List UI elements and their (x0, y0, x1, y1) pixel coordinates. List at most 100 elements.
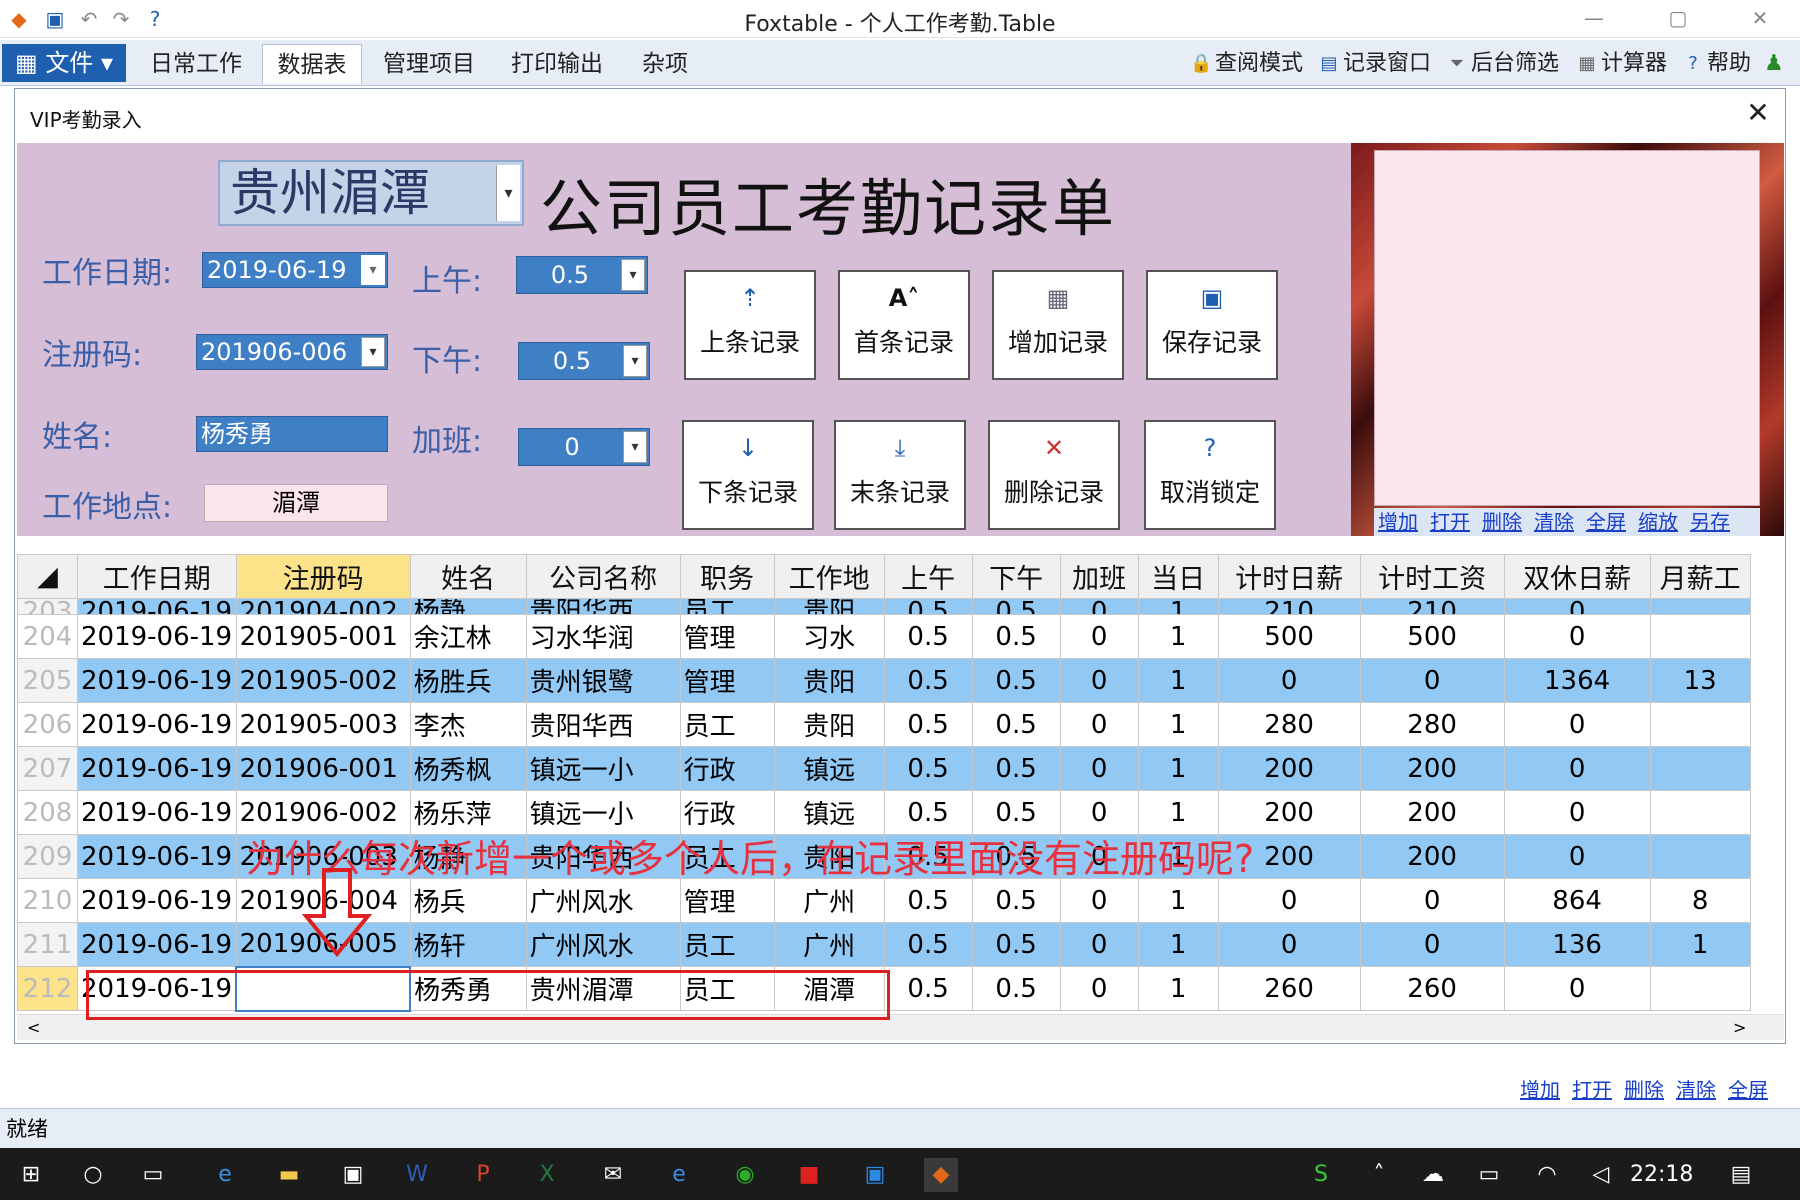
column-header-selected[interactable]: 注册码 (235, 554, 411, 599)
table-cell[interactable]: 260 (1359, 966, 1505, 1011)
table-cell[interactable]: 杨秀枫 (409, 746, 527, 791)
app-red-icon[interactable]: ■ (792, 1158, 826, 1192)
table-cell[interactable]: 0.5 (971, 746, 1061, 791)
store-icon[interactable]: ▣ (336, 1158, 370, 1192)
table-cell[interactable]: 1 (1137, 922, 1219, 967)
photo-open-link[interactable]: 打开 (1430, 510, 1470, 534)
table-cell[interactable]: 200 (1359, 834, 1505, 879)
row-number[interactable]: 205 (17, 658, 78, 703)
table-cell[interactable]: 0.5 (971, 966, 1061, 1011)
table-cell[interactable] (1649, 966, 1751, 1011)
table-cell[interactable]: 280 (1359, 702, 1505, 747)
view-mode-button[interactable]: 🔒 查阅模式 (1190, 44, 1303, 84)
table-cell[interactable]: 0 (1059, 658, 1139, 703)
table-cell[interactable]: 习水华润 (525, 614, 681, 659)
row-number[interactable]: 211 (17, 922, 78, 967)
row-number[interactable]: 212 (17, 966, 78, 1011)
table-cell[interactable]: 0 (1059, 878, 1139, 923)
table-cell[interactable]: 0 (1359, 922, 1505, 967)
table-cell[interactable]: 2019-06-19 (77, 790, 237, 835)
bottom-clear-link[interactable]: 清除 (1676, 1078, 1716, 1102)
wifi-icon[interactable]: ◠ (1530, 1158, 1564, 1192)
photo-fullscreen-link[interactable]: 全屏 (1586, 510, 1626, 534)
table-cell[interactable]: 0 (1217, 878, 1361, 923)
volume-icon[interactable]: ◁ (1584, 1158, 1618, 1192)
photo-delete-link[interactable]: 删除 (1482, 510, 1522, 534)
table-cell[interactable]: 2019-06-19 (77, 834, 237, 879)
delete-record-button[interactable]: ✕ 删除记录 (988, 420, 1120, 530)
table-cell[interactable]: 行政 (679, 746, 775, 791)
record-window-button[interactable]: ▤ 记录窗口 (1318, 44, 1431, 84)
background-filter-button[interactable]: ⏷ 后台筛选 (1446, 44, 1559, 84)
table-cell[interactable]: 杨静 (409, 598, 527, 615)
row-number[interactable]: 207 (17, 746, 78, 791)
wechat-icon[interactable]: ◉ (728, 1158, 762, 1192)
table-cell[interactable]: 员工 (679, 922, 775, 967)
table-cell[interactable]: 0 (1503, 598, 1651, 615)
minimize-button[interactable]: — (1574, 6, 1614, 32)
table-cell[interactable] (1649, 598, 1751, 615)
table-cell[interactable]: 0 (1059, 922, 1139, 967)
table-cell[interactable]: 0.5 (971, 878, 1061, 923)
table-cell[interactable]: 0 (1059, 614, 1139, 659)
row-number[interactable]: 210 (17, 878, 78, 923)
column-header[interactable]: 月薪工 (1649, 554, 1751, 599)
table-cell[interactable]: 杨胜兵 (409, 658, 527, 703)
table-cell[interactable]: 1 (1137, 614, 1219, 659)
location-field[interactable]: 湄潭 (204, 484, 388, 522)
data-grid[interactable]: ◢ 工作日期 注册码 姓名 公司名称 职务 工作地 上午 下午 加班 当日 计时… (17, 554, 1784, 1014)
unlock-button[interactable]: ? 取消锁定 (1144, 420, 1276, 530)
first-record-button[interactable]: A˄ 首条记录 (838, 270, 970, 380)
tab-print-output[interactable]: 打印输出 (498, 44, 616, 84)
word-icon[interactable]: W (400, 1158, 434, 1192)
photo-clear-link[interactable]: 清除 (1534, 510, 1574, 534)
row-number[interactable]: 209 (17, 834, 78, 879)
table-cell[interactable]: 0 (1503, 834, 1651, 879)
table-cell[interactable]: 8 (1649, 878, 1751, 923)
table-cell[interactable]: 0.5 (971, 598, 1061, 615)
table-cell[interactable] (1649, 746, 1751, 791)
table-cell[interactable]: 201905-003 (235, 702, 411, 747)
table-cell[interactable]: 1 (1649, 922, 1751, 967)
table-cell[interactable]: 0 (1059, 598, 1139, 615)
column-header[interactable]: 姓名 (409, 554, 527, 599)
table-cell[interactable]: 0.5 (883, 746, 973, 791)
table-cell[interactable]: 136 (1503, 922, 1651, 967)
table-cell[interactable]: 员工 (679, 702, 775, 747)
table-cell[interactable]: 员工 (679, 598, 775, 615)
afternoon-select[interactable]: 0.5 ▾ (518, 342, 650, 380)
scroll-right-icon[interactable]: > (1733, 1015, 1746, 1041)
table-cell[interactable]: 广州 (773, 922, 885, 967)
table-cell[interactable]: 2019-06-19 (77, 746, 237, 791)
photo-box[interactable] (1374, 150, 1760, 506)
table-row-partial[interactable]: 203 2019-06-19 201904-002 杨静 贵阳华西 员工 贵阳 0.5 0.5 0… (17, 598, 1751, 615)
file-explorer-icon[interactable]: ▬ (272, 1158, 306, 1192)
tray-up-icon[interactable]: ˄ (1362, 1158, 1396, 1192)
name-field[interactable]: 杨秀勇 (196, 416, 388, 452)
clock[interactable]: 22:18 (1630, 1158, 1693, 1192)
table-cell[interactable]: 2019-06-19 (77, 922, 237, 967)
table-cell[interactable]: 1 (1137, 598, 1219, 615)
table-cell[interactable]: 余江林 (409, 614, 527, 659)
table-cell[interactable]: 贵阳华西 (525, 598, 681, 615)
scroll-left-icon[interactable]: < (27, 1015, 40, 1041)
table-cell[interactable]: 201905-002 (235, 658, 411, 703)
table-cell[interactable]: 13 (1649, 658, 1751, 703)
table-cell[interactable]: 0.5 (883, 614, 973, 659)
corner-cell[interactable]: ◢ (17, 554, 78, 599)
windows-start-icon[interactable]: ⊞ (14, 1158, 48, 1192)
column-header[interactable]: 公司名称 (525, 554, 681, 599)
table-cell[interactable] (1649, 702, 1751, 747)
table-cell[interactable]: 贵州银鹭 (525, 658, 681, 703)
table-cell[interactable]: 201906-001 (235, 746, 411, 791)
table-cell[interactable]: 201904-002 (235, 598, 411, 615)
column-header[interactable]: 下午 (971, 554, 1061, 599)
notification-icon[interactable]: ▤ (1724, 1158, 1758, 1192)
table-cell[interactable]: 0.5 (883, 878, 973, 923)
tab-daily-work[interactable]: 日常工作 (140, 44, 252, 84)
bottom-add-link[interactable]: 增加 (1520, 1078, 1560, 1102)
table-cell[interactable]: 1 (1137, 746, 1219, 791)
foxtable-taskbar-icon[interactable]: ◆ (924, 1158, 958, 1192)
table-cell[interactable]: 210 (1217, 598, 1361, 615)
close-button[interactable]: ✕ (1740, 6, 1780, 32)
